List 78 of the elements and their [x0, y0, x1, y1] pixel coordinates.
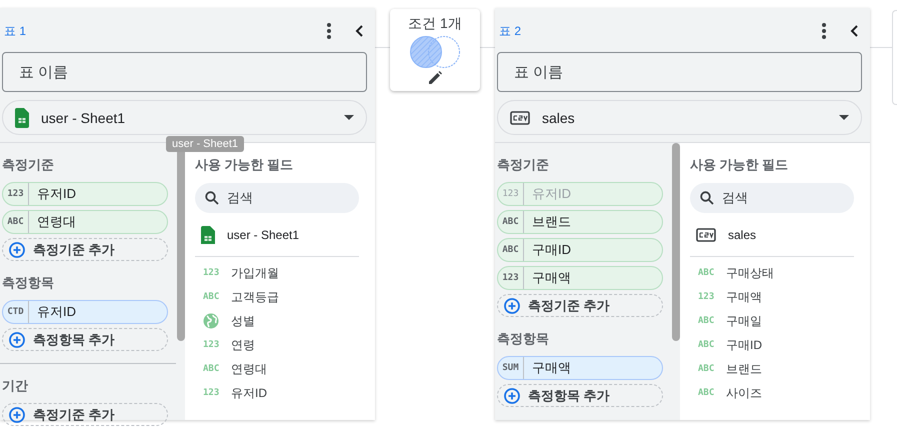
field-chip[interactable]: SUM 구매액: [497, 356, 663, 380]
add-field-button[interactable]: 측정기준 추가: [497, 294, 663, 317]
section-title: 측정항목: [2, 274, 55, 292]
chevron-left-icon: [850, 25, 858, 37]
venn-diagram-icon: [407, 35, 463, 69]
table-label: 표 2: [499, 22, 522, 40]
search-field[interactable]: 검색: [195, 183, 359, 213]
section-title: 측정기준: [2, 156, 55, 174]
field-chip[interactable]: ABC 구매ID: [497, 238, 663, 262]
data-source-name: user - Sheet1: [41, 110, 126, 126]
field-item[interactable]: 구매상태: [726, 264, 774, 282]
drag-preview-tooltip: user - Sheet1: [166, 136, 244, 152]
join-condition-card[interactable]: 조건 1개: [390, 9, 480, 91]
field-chip[interactable]: 123 구매액: [497, 266, 663, 290]
globe-icon: [203, 313, 219, 329]
field-type-label: 123: [203, 388, 219, 398]
field-item[interactable]: 구매ID: [726, 336, 762, 354]
field-type-label: ABC: [698, 364, 714, 374]
field-item[interactable]: 구매일: [726, 312, 762, 330]
field-type-label: ABC: [698, 268, 714, 278]
field-chip[interactable]: ABC 연령대: [2, 210, 168, 234]
kebab-menu-icon: [327, 23, 331, 39]
search-icon: [205, 191, 219, 205]
kebab-menu-icon: [822, 23, 826, 39]
field-type-label: ABC: [698, 340, 714, 350]
spreadsheet-icon: [201, 226, 215, 244]
field-type-label: ABC: [698, 388, 714, 398]
field-type-label: ABC: [698, 316, 714, 326]
field-item[interactable]: 가입개월: [231, 264, 279, 282]
add-icon: [9, 242, 25, 258]
field-chip[interactable]: CTD 유저ID: [2, 300, 168, 324]
add-field-button[interactable]: 측정기준 추가: [2, 403, 168, 426]
dropdown-caret-icon: [839, 115, 849, 120]
field-item[interactable]: 브랜드: [726, 360, 762, 378]
field-type-label: 123: [203, 340, 219, 350]
data-source-name: sales: [542, 110, 576, 126]
spreadsheet-icon: [15, 108, 29, 128]
add-field-button[interactable]: 측정기준 추가: [2, 238, 168, 261]
field-item[interactable]: 연령대: [231, 360, 267, 378]
search-field[interactable]: 검색: [690, 183, 854, 213]
data-source-dropdown[interactable]: user - Sheet1: [2, 100, 367, 135]
pencil-icon: [428, 71, 442, 85]
table-label: 표 1: [4, 22, 28, 40]
scrollbar-thumb[interactable]: [672, 143, 680, 341]
add-icon: [504, 298, 520, 314]
field-item[interactable]: 사이즈: [726, 384, 762, 402]
field-type-label: 123: [203, 268, 219, 278]
field-item[interactable]: 유저ID: [231, 384, 267, 402]
panel-title: 사용 가능한 필드: [195, 156, 294, 174]
field-item[interactable]: 성별: [231, 312, 255, 330]
section-title: 측정기준: [497, 156, 550, 174]
field-chip[interactable]: 123 유저ID: [2, 182, 168, 206]
csv-file-icon: [696, 228, 716, 242]
field-type-label: 123: [698, 292, 714, 302]
source-name: sales: [728, 228, 756, 242]
csv-file-icon: [510, 110, 530, 124]
search-icon: [700, 191, 714, 205]
panel-title: 사용 가능한 필드: [690, 156, 790, 174]
dropdown-caret-icon: [344, 115, 354, 120]
field-type-label: ABC: [203, 292, 219, 302]
add-icon: [504, 388, 520, 404]
add-field-button[interactable]: 측정항목 추가: [2, 328, 168, 351]
section-title: 측정항목: [497, 330, 550, 348]
data-source-dropdown[interactable]: sales: [497, 100, 862, 135]
add-field-button[interactable]: 측정항목 추가: [497, 384, 663, 407]
table-name-field[interactable]: 표 이름: [497, 52, 862, 92]
add-icon: [9, 406, 25, 422]
table-name-field[interactable]: 표 이름: [2, 52, 367, 92]
field-item[interactable]: 고객등급: [231, 288, 279, 306]
chevron-left-icon: [355, 25, 363, 37]
field-item[interactable]: 구매액: [726, 288, 762, 306]
field-chip[interactable]: ABC 브랜드: [497, 210, 663, 234]
section-title: 기간: [2, 377, 29, 395]
join-condition-label: 조건 1개: [408, 15, 462, 33]
field-item[interactable]: 연령: [231, 336, 255, 354]
source-name: user - Sheet1: [227, 228, 300, 242]
field-type-label: ABC: [203, 364, 219, 374]
add-icon: [9, 332, 25, 348]
